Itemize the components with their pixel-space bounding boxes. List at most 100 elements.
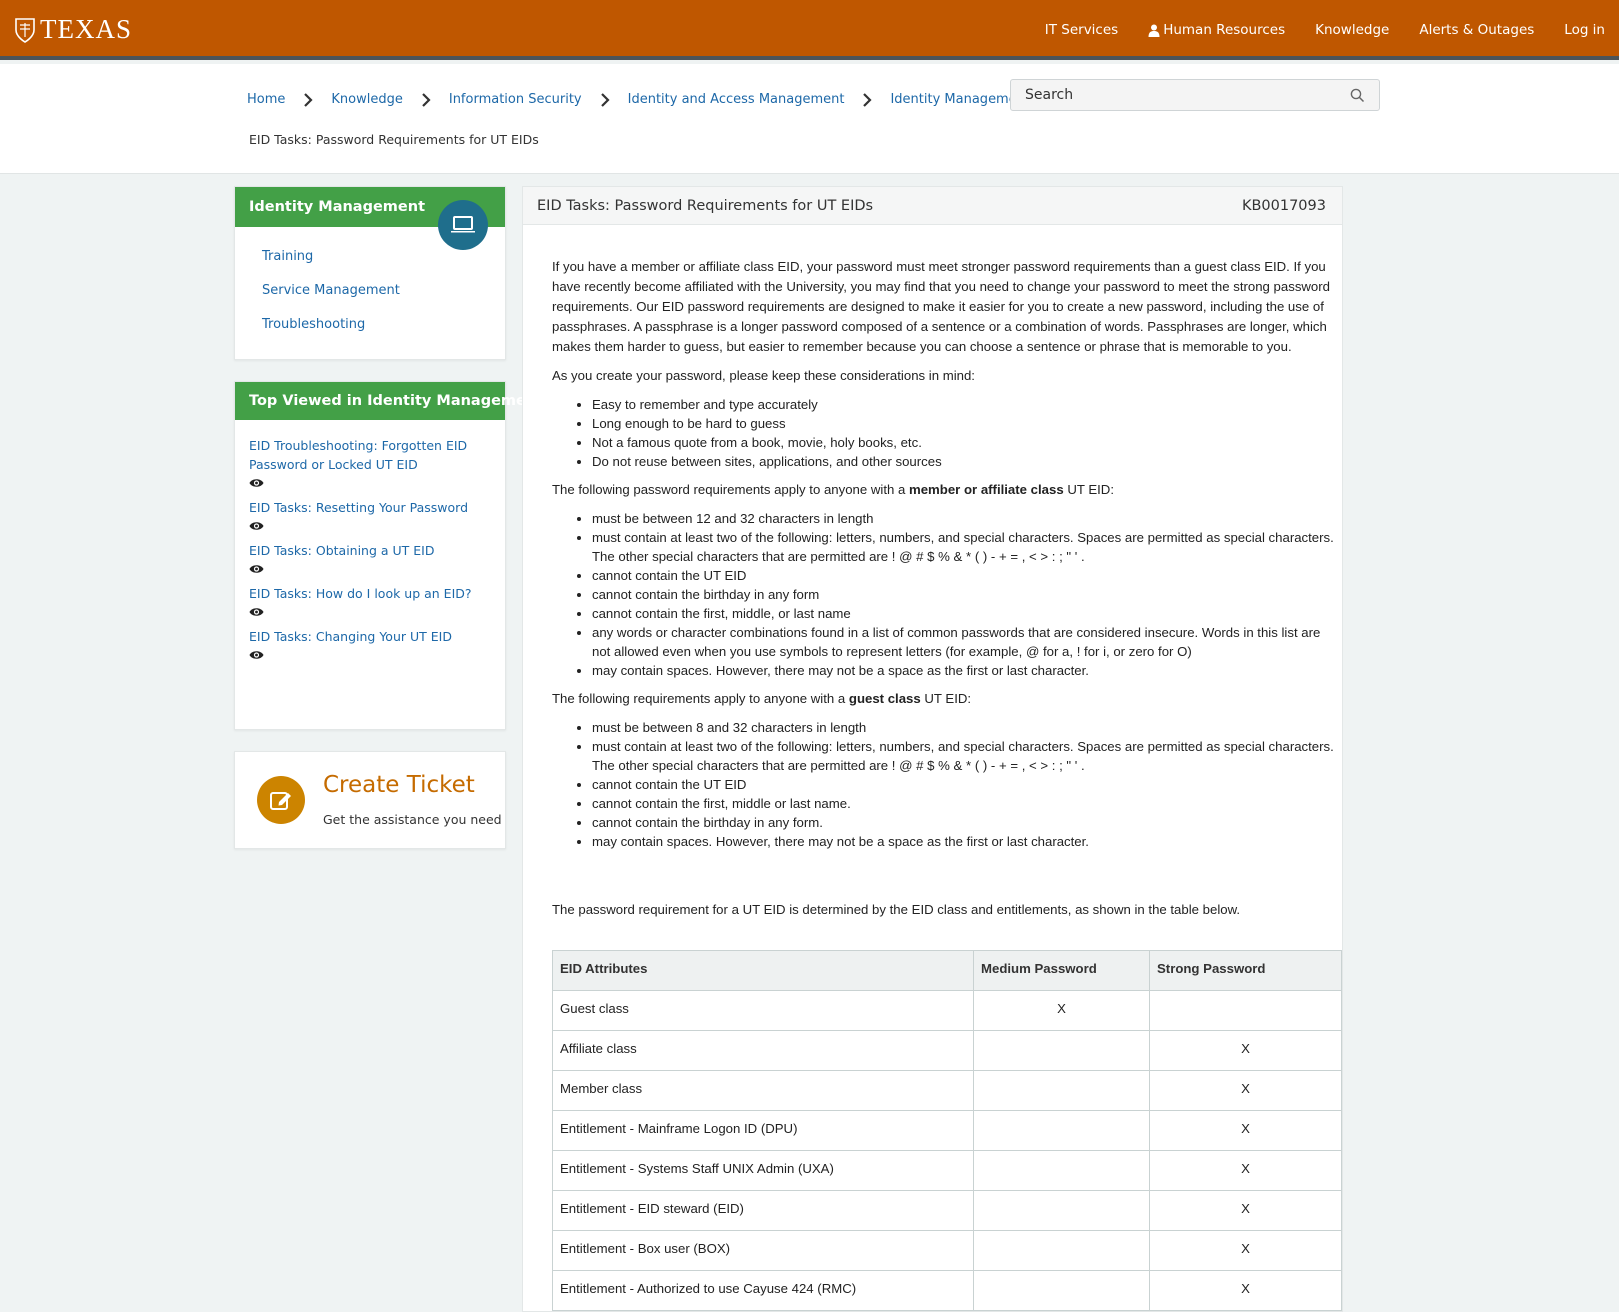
sidebar-link-troubleshooting[interactable]: Troubleshooting xyxy=(262,317,400,351)
top-viewed-link[interactable]: EID Troubleshooting: Forgotten EID Passw… xyxy=(249,436,491,474)
list-item: cannot contain the birthday in any form. xyxy=(592,813,1336,832)
create-ticket-title[interactable]: Create Ticket xyxy=(323,772,475,798)
breadcrumb-information-security[interactable]: Information Security xyxy=(449,92,582,107)
search-input[interactable] xyxy=(1011,80,1331,110)
chevron-right-icon xyxy=(422,92,431,107)
table-cell: Member class xyxy=(552,1070,974,1111)
table-header-row: EID Attributes Medium Password Strong Pa… xyxy=(552,950,1342,991)
table-cell: X xyxy=(1149,1190,1342,1231)
top-viewed-list: EID Troubleshooting: Forgotten EID Passw… xyxy=(235,420,505,661)
list-item: cannot contain the first, middle or last… xyxy=(592,794,1336,813)
top-viewed-link[interactable]: EID Tasks: Changing Your UT EID xyxy=(249,627,491,646)
list-item: EID Troubleshooting: Forgotten EID Passw… xyxy=(249,436,491,489)
table-cell xyxy=(973,1070,1150,1111)
table-cell: X xyxy=(1149,1270,1342,1311)
breadcrumb: Home Knowledge Information Security Iden… xyxy=(247,92,1076,107)
member-requirements-lead: The following password requirements appl… xyxy=(552,482,1114,497)
laptop-badge xyxy=(438,200,488,250)
list-item: cannot contain the UT EID xyxy=(592,775,1336,794)
list-item: Easy to remember and type accurately xyxy=(592,395,1336,414)
table-cell: Entitlement - Mainframe Logon ID (DPU) xyxy=(552,1110,974,1151)
sidebar-link-service-management[interactable]: Service Management xyxy=(262,283,400,317)
table-cell xyxy=(973,1150,1150,1191)
nav-knowledge[interactable]: Knowledge xyxy=(1315,22,1389,38)
top-viewed-link[interactable]: EID Tasks: Obtaining a UT EID xyxy=(249,541,491,560)
list-item: cannot contain the first, middle, or las… xyxy=(592,604,1336,623)
table-cell: Entitlement - Systems Staff UNIX Admin (… xyxy=(552,1150,974,1191)
considerations-lead: As you create your password, please keep… xyxy=(552,368,975,383)
list-item: must contain at least two of the followi… xyxy=(592,528,1336,566)
eye-icon xyxy=(249,479,264,487)
nav-human-resources[interactable]: Human Resources xyxy=(1148,22,1285,38)
breadcrumb-home[interactable]: Home xyxy=(247,92,285,107)
search-icon[interactable] xyxy=(1350,88,1365,103)
list-item: must contain at least two of the followi… xyxy=(592,737,1336,775)
table-lead: The password requirement for a UT EID is… xyxy=(552,902,1241,917)
list-item: EID Tasks: Changing Your UT EID xyxy=(249,627,491,661)
create-ticket-card[interactable]: Create Ticket Get the assistance you nee… xyxy=(234,751,506,849)
top-viewed-card: Top Viewed in Identity Management EID Tr… xyxy=(234,381,543,730)
list-item: Do not reuse between sites, applications… xyxy=(592,452,1336,471)
table-cell xyxy=(973,1190,1150,1231)
table-row: Entitlement - Authorized to use Cayuse 4… xyxy=(552,1270,1342,1311)
table-row: Entitlement - EID steward (EID) X xyxy=(552,1190,1342,1231)
article-panel: EID Tasks: Password Requirements for UT … xyxy=(522,186,1343,1312)
top-navbar: TEXAS IT Services Human Resources Knowle… xyxy=(0,0,1619,60)
top-viewed-heading: Top Viewed in Identity Management xyxy=(235,382,543,420)
create-ticket-subtitle: Get the assistance you need xyxy=(323,812,502,827)
nav-alerts-outages[interactable]: Alerts & Outages xyxy=(1419,22,1534,38)
guest-requirements-lead: The following requirements apply to anyo… xyxy=(552,691,972,706)
logo-wordmark: TEXAS xyxy=(40,14,132,44)
nav-log-in[interactable]: Log in xyxy=(1564,22,1605,38)
article-body: If you have a member or affiliate class … xyxy=(552,257,1342,1311)
table-cell xyxy=(973,1110,1150,1151)
breadcrumb-knowledge[interactable]: Knowledge xyxy=(331,92,402,107)
considerations-list: Easy to remember and type accurately Lon… xyxy=(592,395,1336,471)
table-cell: Entitlement - Box user (BOX) xyxy=(552,1230,974,1271)
list-item: must be between 8 and 32 characters in l… xyxy=(592,718,1336,737)
table-row: Entitlement - Box user (BOX) X xyxy=(552,1230,1342,1271)
member-requirements-list: must be between 12 and 32 characters in … xyxy=(592,509,1336,680)
table-cell: X xyxy=(1149,1230,1342,1271)
guest-requirements-list: must be between 8 and 32 characters in l… xyxy=(592,718,1336,851)
edit-icon xyxy=(270,792,291,810)
ut-shield-icon xyxy=(15,17,35,43)
list-item: EID Tasks: How do I look up an EID? xyxy=(249,584,491,618)
breadcrumb-identity-access-management[interactable]: Identity and Access Management xyxy=(628,92,845,107)
texas-logo[interactable]: TEXAS xyxy=(14,14,132,45)
table-cell: X xyxy=(1149,1030,1342,1071)
table-cell xyxy=(973,1230,1150,1271)
table-row: Guest class X xyxy=(552,990,1342,1031)
breadcrumb-current: EID Tasks: Password Requirements for UT … xyxy=(249,132,539,147)
eye-icon xyxy=(249,608,264,616)
top-viewed-link[interactable]: EID Tasks: Resetting Your Password xyxy=(249,498,491,517)
top-viewed-link[interactable]: EID Tasks: How do I look up an EID? xyxy=(249,584,491,603)
eye-icon xyxy=(249,565,264,573)
laptop-icon xyxy=(451,216,475,233)
person-icon xyxy=(1148,24,1160,37)
ticket-badge xyxy=(257,776,305,824)
list-item: any words or character combinations foun… xyxy=(592,623,1336,661)
search-box xyxy=(1010,79,1380,111)
table-row: Member class X xyxy=(552,1070,1342,1111)
password-requirements-table: EID Attributes Medium Password Strong Pa… xyxy=(552,950,1342,1311)
identity-management-links: Training Service Management Troubleshoot… xyxy=(262,249,400,351)
table-cell: Affiliate class xyxy=(552,1030,974,1071)
table-row: Affiliate class X xyxy=(552,1030,1342,1071)
list-item: cannot contain the birthday in any form xyxy=(592,585,1336,604)
table-cell: Guest class xyxy=(552,990,974,1031)
column-header: Medium Password xyxy=(973,950,1150,991)
eye-icon xyxy=(249,651,264,659)
list-item: Not a famous quote from a book, movie, h… xyxy=(592,433,1336,452)
list-item: cannot contain the UT EID xyxy=(592,566,1336,585)
article-title: EID Tasks: Password Requirements for UT … xyxy=(537,197,874,214)
chevron-right-icon xyxy=(600,92,610,107)
nav-it-services[interactable]: IT Services xyxy=(1045,22,1118,38)
table-cell xyxy=(1149,990,1342,1031)
intro-paragraph: If you have a member or affiliate class … xyxy=(552,259,1330,354)
sidebar-link-training[interactable]: Training xyxy=(262,249,400,283)
list-item: must be between 12 and 32 characters in … xyxy=(592,509,1336,528)
table-cell: X xyxy=(1149,1150,1342,1191)
chevron-right-icon xyxy=(863,92,873,107)
eye-icon xyxy=(249,522,264,530)
